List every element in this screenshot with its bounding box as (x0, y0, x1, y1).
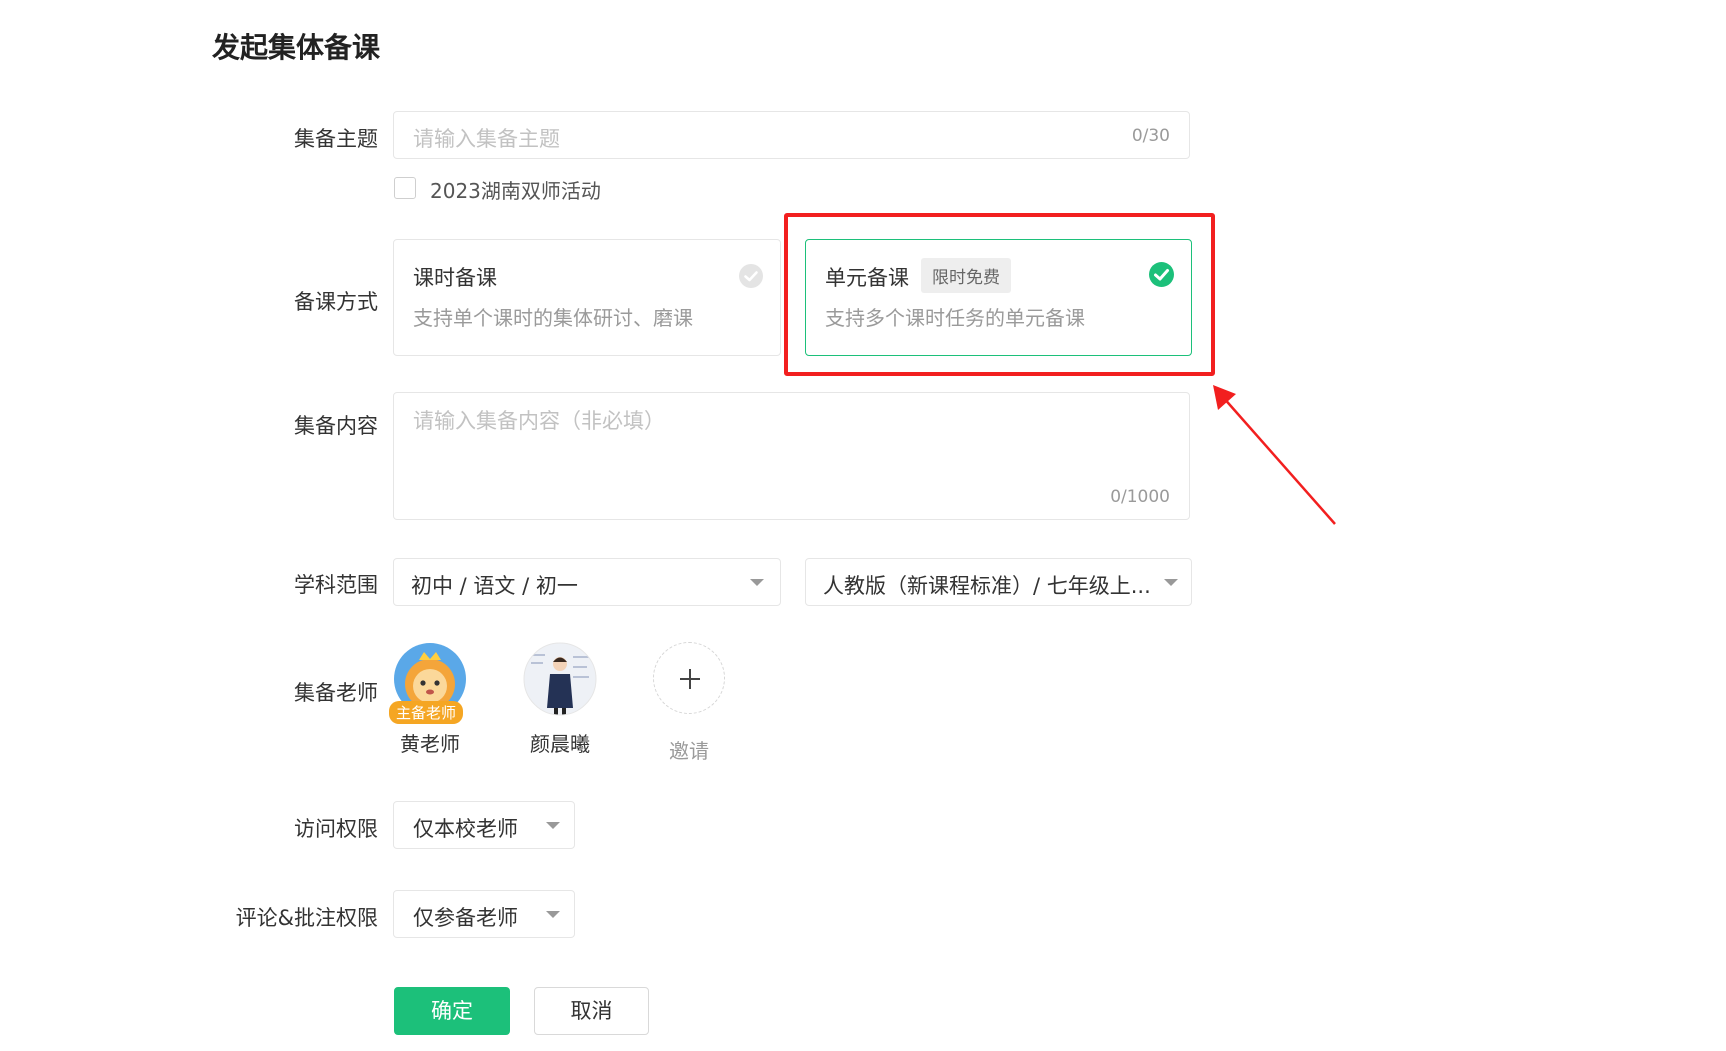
comment-permission-value: 仅参备老师 (413, 906, 518, 930)
content-counter: 0/1000 (1110, 487, 1170, 507)
chevron-down-icon (546, 911, 560, 918)
subject-grade-select[interactable]: 初中 / 语文 / 初一 (393, 558, 781, 606)
chevron-down-icon (750, 579, 764, 586)
teacher-name: 黄老师 (400, 732, 460, 756)
textbook-edition-select[interactable]: 人教版（新课程标准）/ 七年级上... (805, 558, 1192, 606)
invite-label[interactable]: 邀请 (644, 735, 734, 764)
subject-grade-value: 初中 / 语文 / 初一 (411, 574, 578, 598)
access-value: 仅本校老师 (413, 817, 518, 841)
content-label: 集备内容 (294, 414, 378, 438)
comment-permission-label: 评论&批注权限 (235, 906, 378, 930)
lead-teacher-badge: 主备老师 (389, 701, 464, 724)
teachers-label: 集备老师 (294, 681, 378, 705)
access-select[interactable]: 仅本校老师 (393, 801, 575, 849)
avatar (523, 642, 597, 716)
comment-permission-select[interactable]: 仅参备老师 (393, 890, 575, 938)
content-textarea[interactable]: 请输入集备内容（非必填） 0/1000 (393, 392, 1190, 520)
content-placeholder: 请输入集备内容（非必填） (413, 409, 665, 433)
confirm-button[interactable]: 确定 (394, 987, 510, 1035)
chevron-down-icon (1164, 579, 1178, 586)
plus-icon (680, 669, 700, 689)
invite-button[interactable] (653, 642, 725, 714)
textbook-edition-value: 人教版（新课程标准）/ 七年级上... (823, 574, 1151, 598)
access-label: 访问权限 (294, 817, 378, 841)
teacher-name: 颜晨曦 (530, 732, 590, 756)
subject-label: 学科范围 (294, 573, 378, 597)
annotation-arrow-icon (1213, 385, 1336, 525)
chevron-down-icon (546, 822, 560, 829)
cancel-button[interactable]: 取消 (534, 987, 649, 1035)
